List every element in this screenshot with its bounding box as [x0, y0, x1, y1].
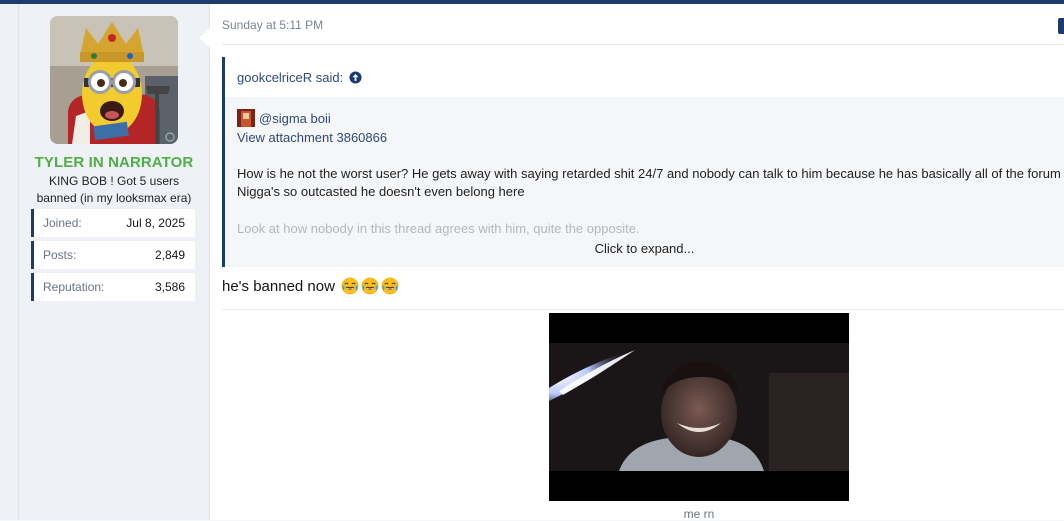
joy-emoji-icon	[361, 277, 379, 295]
reply-text: he's banned now	[222, 277, 399, 295]
quote-text-line: How is he not the worst user? He gets aw…	[237, 166, 1061, 181]
stat-reputation: Reputation: 3,586	[31, 273, 195, 301]
online-status-icon	[165, 132, 175, 142]
message-user-cell: TYLER IN NARRATOR KING BOB ! Got 5 users…	[19, 4, 210, 520]
embedded-gif[interactable]	[549, 313, 849, 501]
media-caption: me rn	[683, 507, 715, 521]
message-main-cell: Sunday at 5:11 PM gookcelriceR said: @si…	[210, 4, 1064, 521]
quote-header: gookcelriceR said:	[225, 57, 1064, 97]
quote-block: gookcelriceR said: @sigma boii View atta…	[222, 57, 1064, 267]
stat-value: 3,586	[154, 280, 185, 294]
attachment-link[interactable]: View attachment 3860866	[237, 130, 387, 145]
reply-text-content: he's banned now	[222, 277, 335, 295]
stat-posts: Posts: 2,849	[31, 241, 195, 269]
click-to-expand-button[interactable]: Click to expand...	[225, 241, 1064, 256]
joy-emoji-icon	[341, 277, 359, 295]
stat-label: Posts:	[43, 248, 77, 262]
mention-link[interactable]: @sigma boii	[259, 111, 331, 126]
reply-divider	[222, 309, 1064, 310]
left-gutter	[0, 4, 19, 520]
arrow-up-circle-icon[interactable]	[349, 70, 362, 84]
joy-emoji-icon	[381, 277, 399, 295]
user-title: KING BOB ! Got 5 users banned (in my loo…	[36, 174, 192, 205]
mention-row: @sigma boii	[237, 109, 331, 127]
stat-label: Joined:	[43, 216, 82, 230]
stat-joined: Joined: Jul 8, 2025	[31, 209, 195, 237]
stat-label: Reputation:	[43, 280, 105, 294]
post-header-divider	[222, 44, 1064, 45]
user-avatar[interactable]	[50, 16, 178, 144]
quote-text-line: Nigga's so outcasted he doesn't even bel…	[237, 184, 525, 199]
stat-value: Jul 8, 2025	[126, 216, 185, 230]
post-action-badge[interactable]	[1058, 18, 1064, 34]
quote-faded-text: Look at how nobody in this thread agrees…	[237, 221, 640, 236]
stat-value: 2,849	[154, 248, 185, 262]
mention-avatar-icon	[237, 109, 255, 127]
post-date-link[interactable]: Sunday at 5:11 PM	[222, 18, 323, 32]
user-cell-arrow	[199, 28, 210, 48]
quote-author-link[interactable]: gookcelriceR said:	[237, 70, 343, 85]
username-link[interactable]: TYLER IN NARRATOR	[19, 154, 209, 171]
